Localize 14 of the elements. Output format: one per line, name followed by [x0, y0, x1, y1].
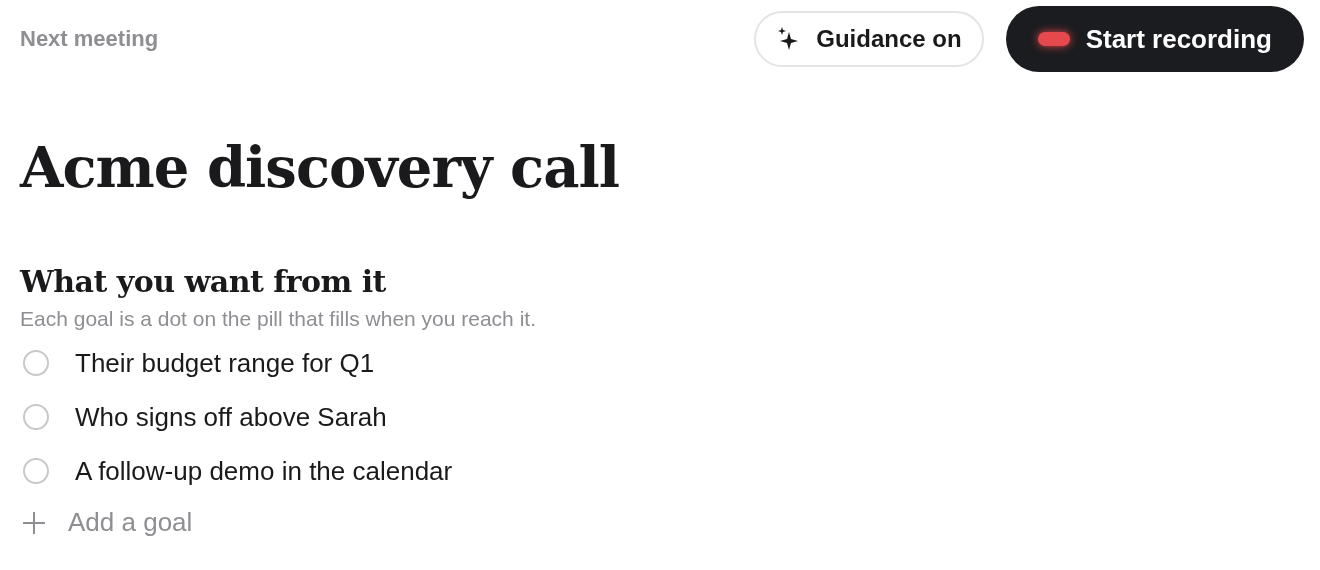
goal-checkbox[interactable]	[23, 404, 49, 430]
hint-text: Each goal is a dot on the pill that fills when you reach it.	[20, 307, 537, 331]
section-heading: What you want from it	[20, 264, 387, 299]
goal-checkbox[interactable]	[23, 350, 49, 376]
goal-text: Who signs off above Sarah	[75, 401, 387, 434]
plus-icon	[22, 510, 46, 535]
record-button[interactable]: Start recording	[1005, 6, 1304, 72]
goal-text: Their budget range for Q1	[75, 347, 375, 380]
meeting-title: Acme discovery call	[20, 134, 620, 200]
section-label: Next meeting	[20, 26, 159, 52]
goal-text: A follow-up demo in the calendar	[75, 455, 453, 488]
record-icon	[1037, 32, 1070, 46]
goal-checkbox[interactable]	[23, 458, 49, 484]
guidance-button[interactable]: Guidance on	[754, 11, 984, 67]
